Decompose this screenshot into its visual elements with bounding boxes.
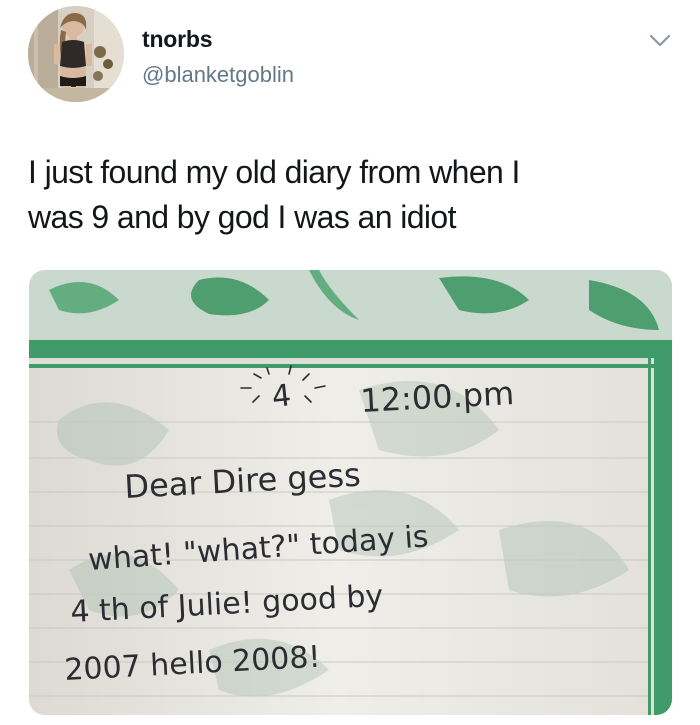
- diary-page-image: 4 12:00.pm Dear Dire gess what! "what?" …: [29, 270, 672, 715]
- tweet-header: tnorbs @blanketgoblin: [28, 6, 672, 106]
- tweet-photo[interactable]: 4 12:00.pm Dear Dire gess what! "what?" …: [29, 270, 672, 715]
- diary-line: 4: [270, 378, 293, 415]
- avatar[interactable]: [28, 6, 124, 102]
- avatar-image: [28, 6, 124, 102]
- chevron-down-icon[interactable]: [648, 32, 672, 50]
- tweet-text: I just found my old diary from when I wa…: [28, 150, 668, 240]
- tweet-text-line: was 9 and by god I was an idiot: [28, 199, 457, 235]
- tweet-text-line: I just found my old diary from when I: [28, 154, 520, 190]
- diary-line: 12:00.pm: [359, 374, 515, 420]
- user-handle[interactable]: @blanketgoblin: [142, 62, 294, 88]
- display-name[interactable]: tnorbs: [142, 26, 213, 53]
